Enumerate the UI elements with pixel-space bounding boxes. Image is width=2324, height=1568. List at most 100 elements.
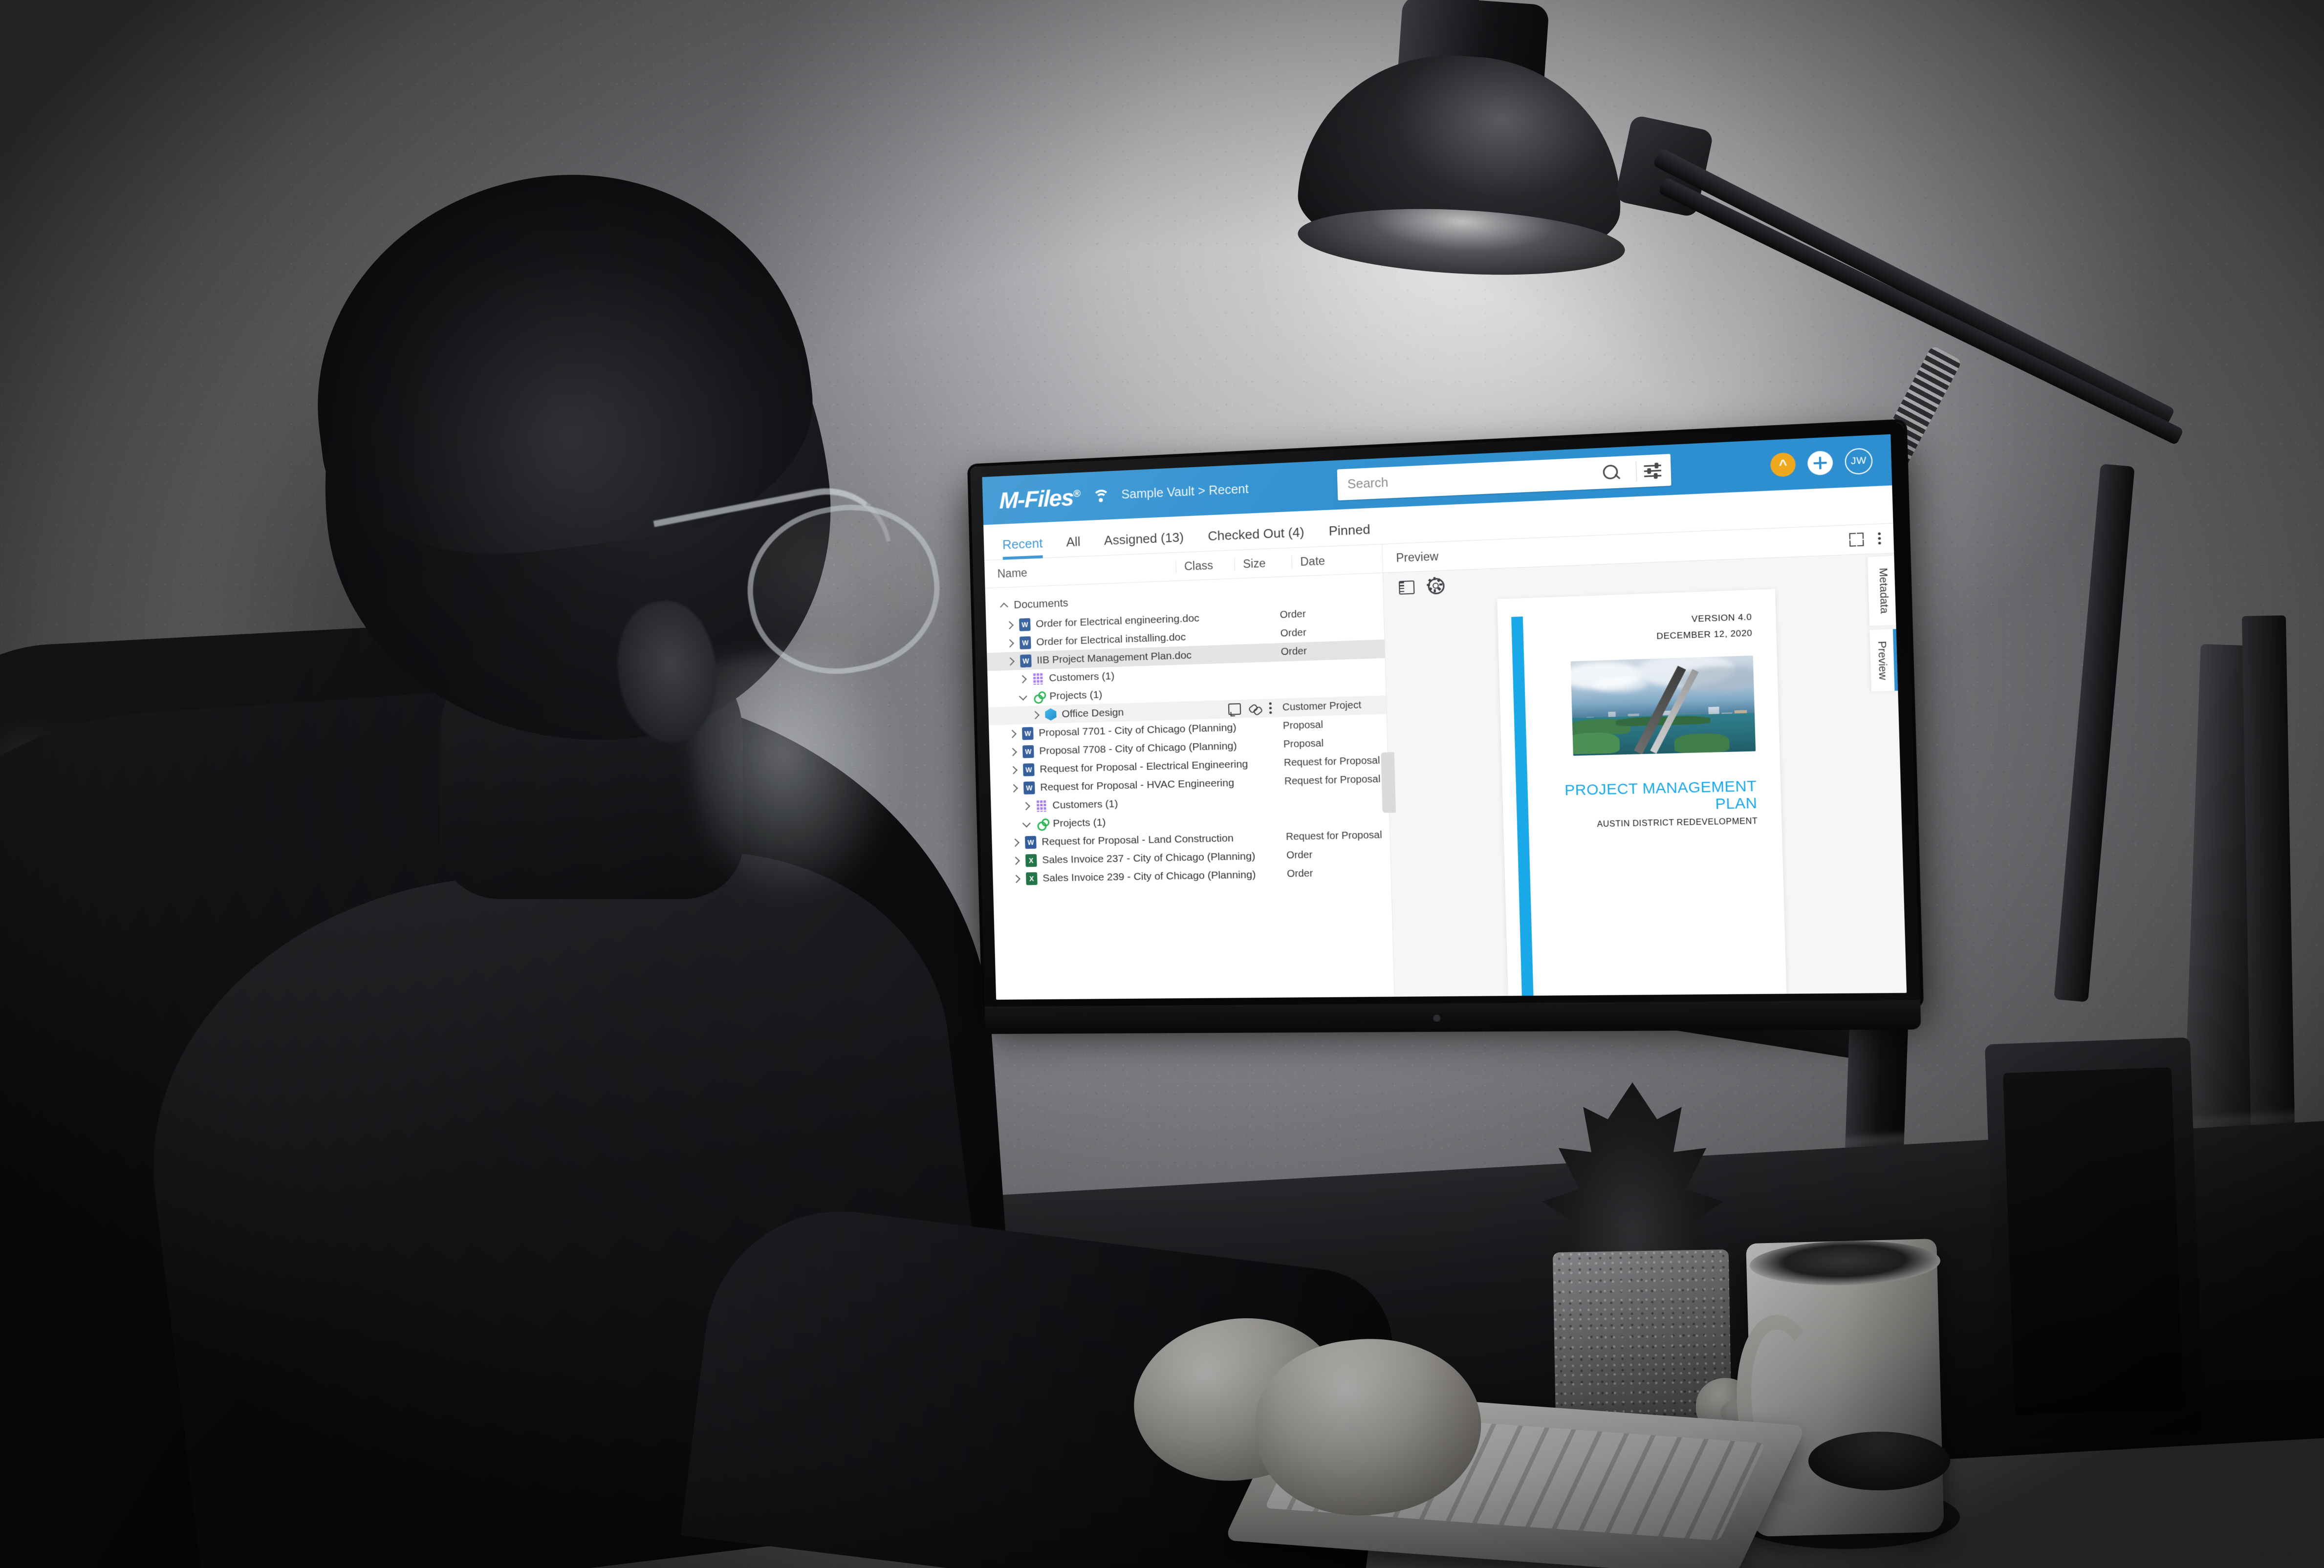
chevron-right-icon[interactable]	[1005, 656, 1015, 666]
search-box[interactable]	[1337, 454, 1671, 500]
desk-speaker-grille	[2003, 1067, 2183, 1415]
chevron-right-icon[interactable]	[1008, 765, 1018, 775]
project-cube-icon	[1045, 708, 1057, 721]
chevron-up-icon: ^	[1779, 458, 1787, 472]
chevron-down-icon[interactable]	[1018, 692, 1028, 702]
tab-checked-out[interactable]: Checked Out (4)	[1208, 524, 1305, 551]
row-name-label: Customers (1)	[1052, 798, 1118, 811]
preview-side-tabs: Metadata Preview	[1868, 556, 1898, 692]
breadcrumb[interactable]: Sample Vault > Recent	[1121, 482, 1249, 502]
logo-text: M-Files	[999, 484, 1073, 513]
row-class-cell: Order	[1280, 606, 1374, 621]
column-header-size[interactable]: Size	[1234, 555, 1292, 571]
row-name-label: Sales Invoice 237 - City of Chicago (Pla…	[1042, 850, 1256, 866]
word-file-icon: W	[1022, 727, 1034, 740]
tab-recent[interactable]: Recent	[1002, 536, 1043, 559]
word-file-icon: W	[1020, 636, 1031, 649]
chevron-right-icon[interactable]	[1011, 856, 1021, 865]
projects-icon	[1033, 690, 1044, 703]
row-class-cell: Request for Proposal	[1286, 830, 1381, 843]
user-avatar[interactable]: JW	[1845, 448, 1873, 475]
austin-skyline-photo	[1570, 656, 1756, 756]
preview-title: Preview	[1396, 549, 1438, 564]
computer-monitor: M-Files® Sample Vault > Recent Search ^ …	[970, 422, 1920, 1011]
search-divider	[1635, 461, 1636, 482]
row-name-label: Proposal 7708 - City of Chicago (Plannin…	[1039, 740, 1237, 757]
logo-registered-mark: ®	[1073, 488, 1080, 499]
side-tab-preview[interactable]: Preview	[1869, 629, 1898, 692]
gear-icon[interactable]	[1428, 578, 1445, 594]
document-title: PROJECT MANAGEMENT PLAN	[1539, 778, 1758, 817]
preview-pane: Preview VERSION 4.0 DECEMBER 12, 2020 PR…	[1382, 523, 1907, 996]
row-class-cell	[1281, 668, 1376, 671]
row-name-cell[interactable]: X Sales Invoice 239 - City of Chicago (Pl…	[993, 868, 1287, 885]
row-name-label: Customers (1)	[1049, 670, 1115, 684]
header-actions: ^ JW	[1770, 448, 1873, 478]
row-name-label: Order for Electrical installing.doc	[1036, 631, 1186, 648]
column-header-class[interactable]: Class	[1175, 558, 1235, 573]
word-file-icon: W	[1025, 836, 1037, 849]
chevron-right-icon[interactable]	[1030, 710, 1041, 720]
list-scrollbar[interactable]	[1381, 752, 1396, 813]
search-icon[interactable]	[1602, 463, 1620, 481]
page-layout-icon[interactable]	[1399, 580, 1414, 594]
document-viewport: VERSION 4.0 DECEMBER 12, 2020 PROJECT MA…	[1384, 584, 1907, 996]
row-class-cell	[1285, 816, 1380, 818]
expand-icon[interactable]	[1849, 533, 1864, 547]
side-tab-metadata[interactable]: Metadata	[1868, 556, 1896, 625]
chevron-down-icon[interactable]	[1021, 819, 1032, 829]
row-class-cell: Order	[1287, 867, 1382, 880]
document-subtitle: AUSTIN DISTRICT REDEVELOPMENT	[1540, 817, 1758, 831]
row-name-cell[interactable]: X Sales Invoice 237 - City of Chicago (Pl…	[992, 849, 1286, 867]
chevron-right-icon[interactable]	[1021, 801, 1031, 811]
row-class-cell: Request for Proposal	[1284, 773, 1379, 787]
customers-icon	[1036, 799, 1047, 812]
preview-more-icon[interactable]	[1878, 532, 1882, 545]
notifications-button[interactable]: ^	[1770, 452, 1796, 477]
filter-settings-icon[interactable]	[1644, 463, 1661, 479]
tab-all[interactable]: All	[1066, 534, 1081, 557]
row-class-cell: Proposal	[1283, 736, 1378, 751]
chevron-right-icon[interactable]	[1010, 838, 1020, 847]
customers-icon	[1032, 672, 1044, 685]
group-label: Documents	[1014, 597, 1068, 611]
row-name-cell[interactable]: W Request for Proposal - Land Constructio…	[992, 831, 1286, 849]
chevron-right-icon[interactable]	[1011, 874, 1021, 883]
row-name-label: Projects (1)	[1049, 689, 1103, 702]
mfiles-logo[interactable]: M-Files®	[999, 483, 1080, 514]
row-actions	[1228, 702, 1273, 715]
monitor-power-led[interactable]	[1433, 1014, 1440, 1022]
row-name-label: Sales Invoice 239 - City of Chicago (Pla…	[1043, 869, 1256, 884]
projects-icon	[1036, 817, 1048, 830]
word-file-icon: W	[1023, 781, 1035, 795]
tab-pinned[interactable]: Pinned	[1328, 522, 1370, 546]
chevron-right-icon[interactable]	[1008, 747, 1018, 757]
word-file-icon: W	[1022, 745, 1034, 758]
link-icon[interactable]	[1249, 703, 1261, 714]
row-name-cell[interactable]: Projects (1)	[991, 813, 1285, 831]
chevron-right-icon[interactable]	[1009, 783, 1019, 794]
column-header-date[interactable]: Date	[1291, 552, 1382, 569]
row-class-cell: Order	[1281, 644, 1375, 658]
column-header-name[interactable]: Name	[997, 560, 1176, 580]
create-new-button[interactable]	[1807, 451, 1833, 475]
app-body: Name Class Size Date Documents W Order fo…	[984, 523, 1907, 1000]
search-input[interactable]	[1346, 465, 1602, 493]
more-icon[interactable]	[1269, 702, 1273, 714]
document-page[interactable]: VERSION 4.0 DECEMBER 12, 2020 PROJECT MA…	[1497, 589, 1786, 996]
row-name-label: Request for Proposal - Electrical Engine…	[1040, 758, 1248, 775]
chevron-right-icon[interactable]	[1004, 620, 1014, 630]
chevron-right-icon[interactable]	[1018, 674, 1028, 684]
word-file-icon: W	[1019, 618, 1031, 631]
tab-assigned[interactable]: Assigned (13)	[1104, 530, 1184, 555]
word-file-icon: W	[1020, 654, 1032, 667]
row-name-label: Order for Electrical engineering.doc	[1036, 612, 1199, 630]
comment-icon[interactable]	[1228, 703, 1241, 715]
chevron-up-icon[interactable]	[999, 600, 1009, 610]
row-name-label: Office Design	[1062, 707, 1124, 720]
chevron-right-icon[interactable]	[1005, 638, 1015, 648]
chevron-right-icon[interactable]	[1007, 729, 1017, 739]
row-class-cell	[1285, 798, 1380, 800]
word-file-icon: W	[1023, 763, 1035, 776]
row-name-label: Proposal 7701 - City of Chicago (Plannin…	[1039, 722, 1237, 739]
